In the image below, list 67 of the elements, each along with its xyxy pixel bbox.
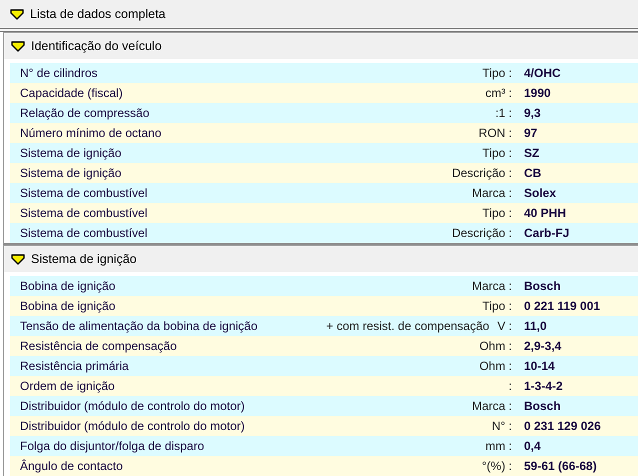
row-unit: °(%) : [482,459,512,473]
section-title: Sistema de ignição [31,252,137,266]
row-value: 1990 [523,86,552,100]
row-value: 11,0 [523,319,548,333]
row-label: Sistema de combustível [19,226,148,240]
row-value: 2,9-3,4 [523,339,562,353]
chevron-down-icon [11,254,25,264]
row-value: Bosch [523,279,562,293]
row-unit: V : [497,319,512,333]
row-note: + com resist. de compensação [326,319,490,333]
row-unit: Marca : [472,399,512,413]
row-value: 9,3 [523,106,542,120]
row-unit: Tipo : [482,66,512,80]
row-label: Sistema de ignição [19,166,122,180]
list-title: Lista de dados completa [30,7,166,21]
row-value: 97 [523,126,538,140]
row-label: Relação de compressão [19,106,150,120]
row-label: Distribuidor (módulo de controlo do motor) [19,399,245,413]
row-value: SZ [523,146,540,160]
row-label: N° de cilindros [19,66,98,80]
row-unit: Ohm : [479,359,512,373]
row-unit: Tipo : [482,146,512,160]
row-unit: Marca : [472,186,512,200]
row-unit: mm : [485,439,512,453]
row-unit: :1 : [495,106,512,120]
row-label: Ângulo de contacto [19,459,123,473]
row-value: 4/OHC [523,66,562,80]
row-unit: Descrição : [452,166,512,180]
row-value: 0 221 119 001 [523,299,602,313]
row-unit: Descrição : [452,226,512,240]
row-unit: RON : [478,126,512,140]
row-value: Carb-FJ [523,226,570,240]
row-label: Sistema de ignição [19,146,122,160]
row-value: 10-14 [523,359,556,373]
row-value: CB [523,166,542,180]
row-label: Tensão de alimentação da bobina de ignição [19,319,258,333]
row-label: Capacidade (fiscal) [19,86,123,100]
section-header[interactable]: Identificação do veículo [4,33,638,59]
section-header[interactable]: Sistema de ignição [4,246,638,272]
row-value: 0 231 129 026 [523,419,602,433]
row-value: 1-3-4-2 [523,379,564,393]
row-label: Ordem de ignição [19,379,115,393]
row-label: Resistência de compensação [19,339,177,353]
list-header[interactable]: Lista de dados completa [0,0,638,32]
row-label: Resistência primária [19,359,129,373]
row-label: Número mínimo de octano [19,126,162,140]
row-unit: N° : [492,419,512,433]
row-value: 59-61 (66-68) [523,459,598,473]
row-unit: Tipo : [482,299,512,313]
row-label: Bobina de ignição [19,279,116,293]
row-label: Bobina de ignição [19,299,116,313]
row-value: Bosch [523,399,562,413]
row-unit: cm³ : [485,86,512,100]
row-label: Sistema de combustível [19,186,148,200]
row-value: 40 PHH [523,206,568,220]
row-label: Distribuidor (módulo de controlo do motor) [19,419,245,433]
row-unit: Tipo : [482,206,512,220]
row-value: 0,4 [523,439,542,453]
row-unit: : [508,379,512,393]
chevron-down-icon [11,40,25,52]
row-value: Solex [523,186,558,200]
row-unit: Marca : [472,279,512,293]
row-label: Sistema de combustível [19,206,148,220]
chevron-down-icon [10,8,24,20]
section-title: Identificação do veículo [31,39,162,53]
row-unit: Ohm : [479,339,512,353]
row-label: Folga do disjuntor/folga de disparo [19,439,204,453]
